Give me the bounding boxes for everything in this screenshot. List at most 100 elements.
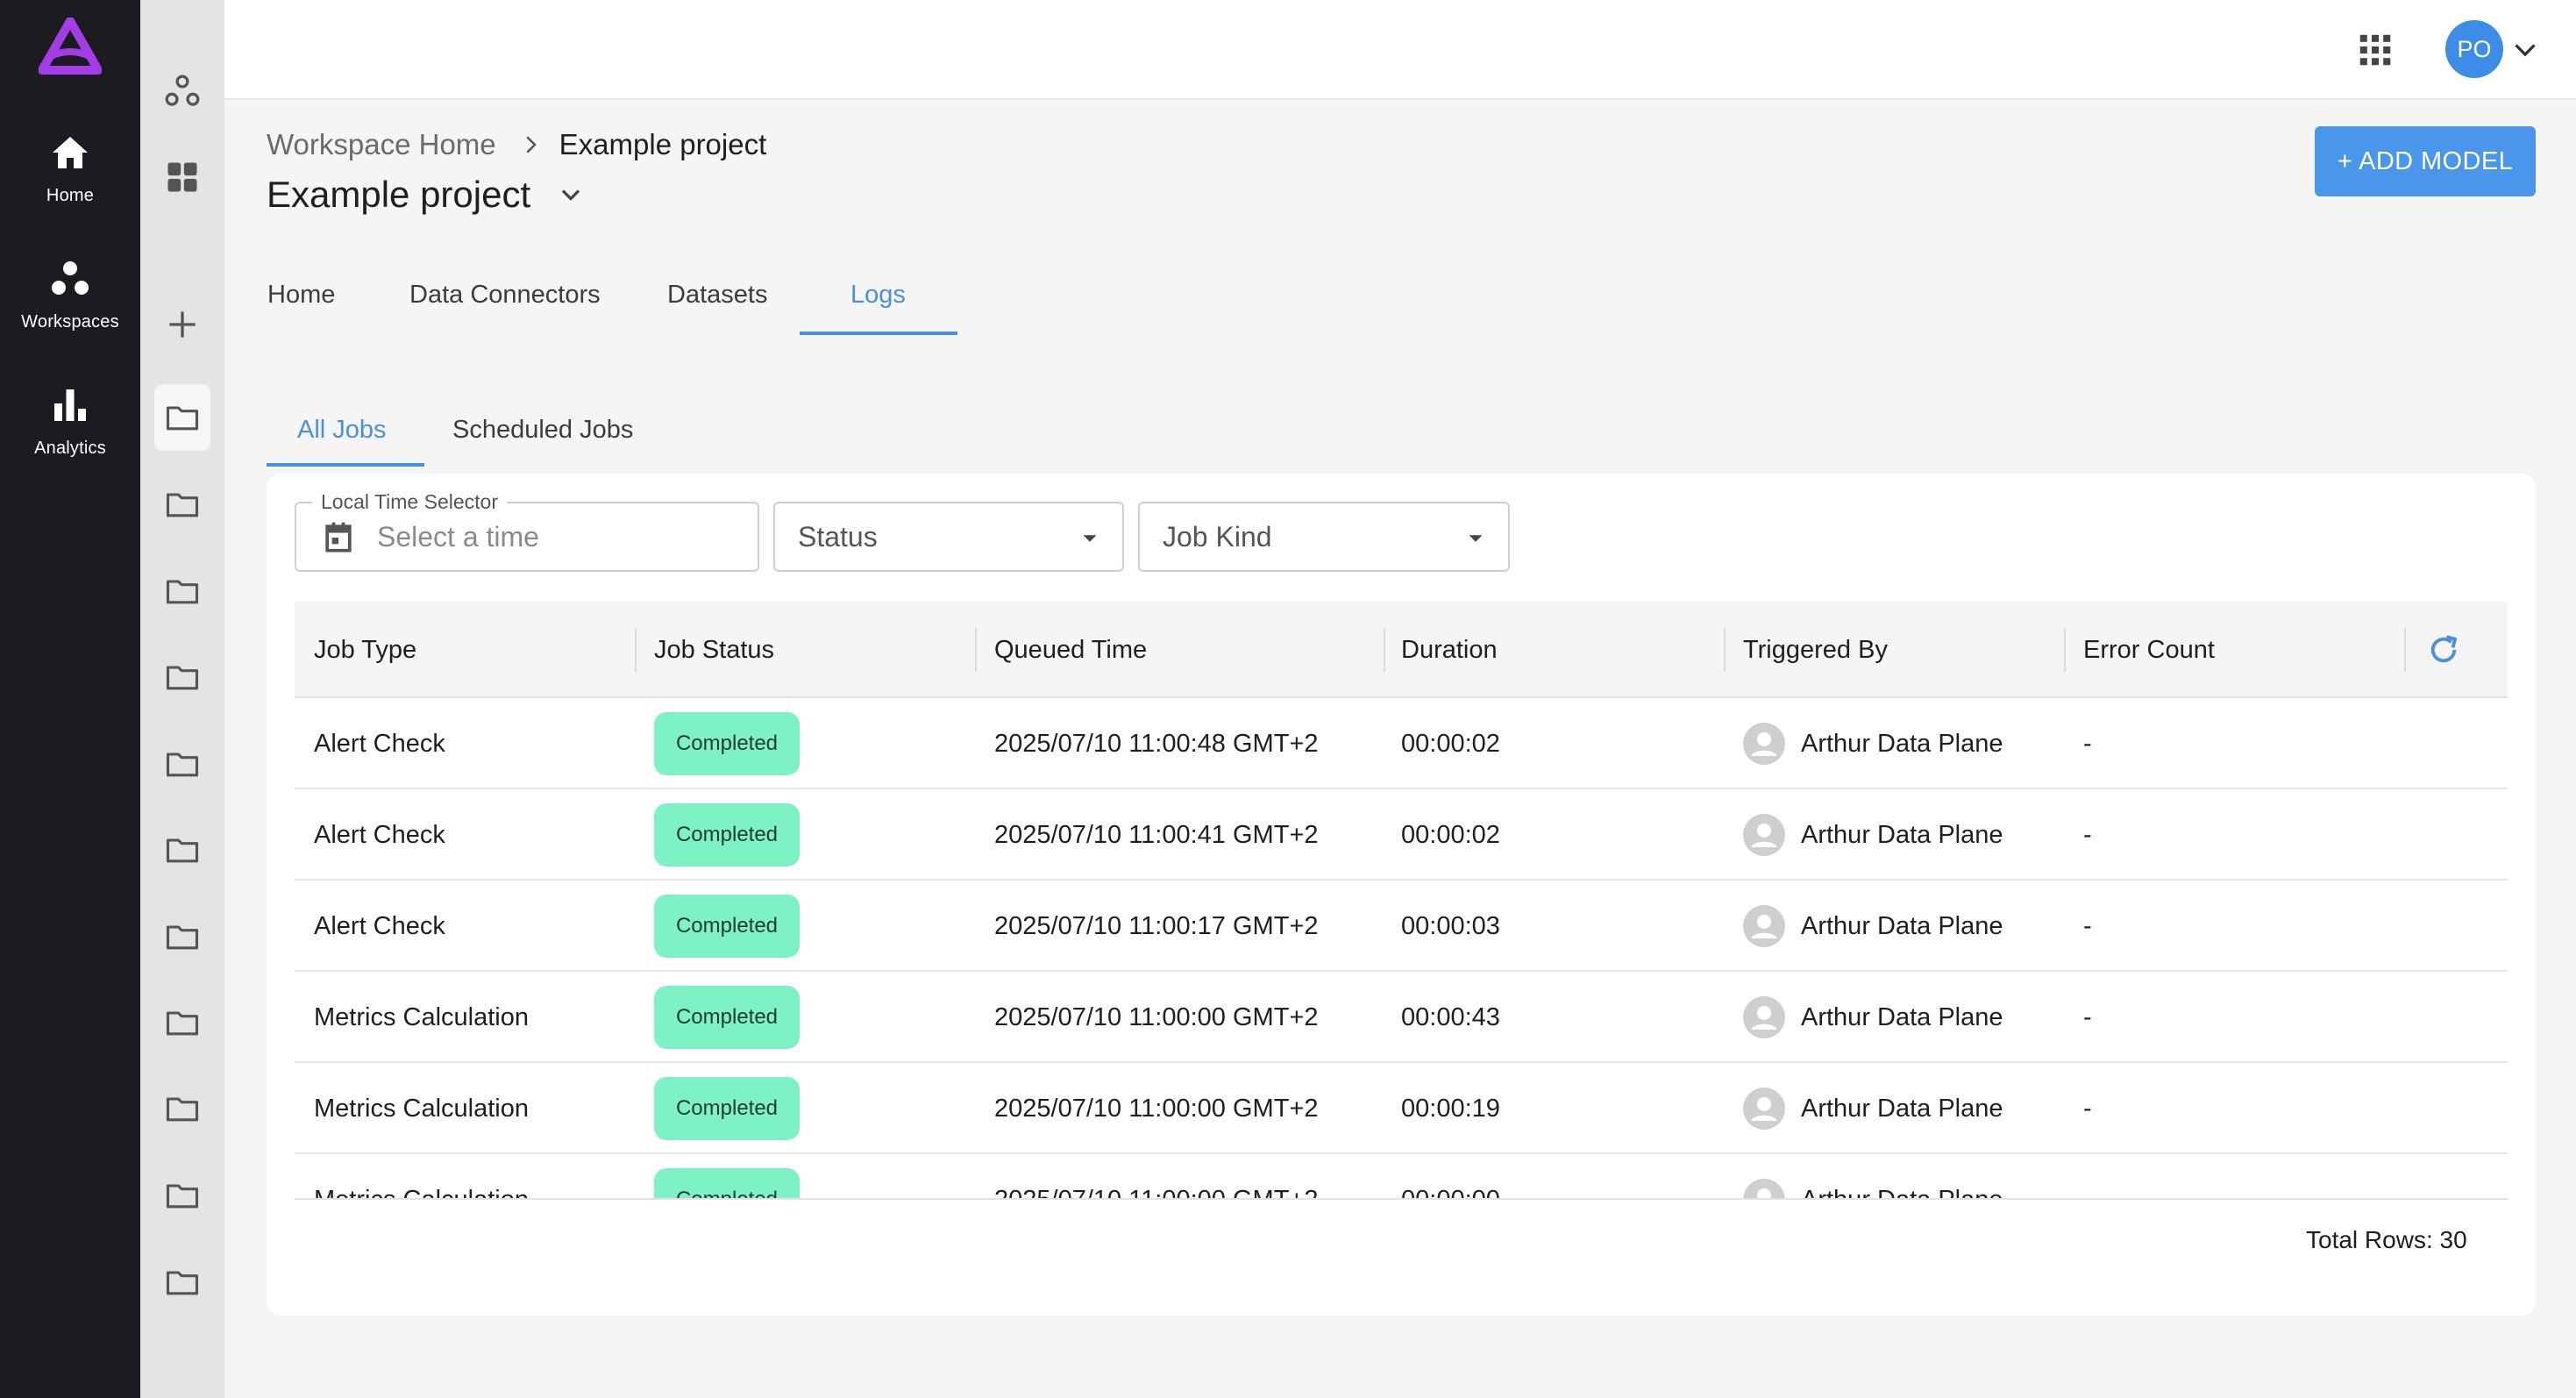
apps-grid-icon[interactable] bbox=[2355, 30, 2395, 70]
cell-duration: 00:00:00 bbox=[1401, 1185, 1500, 1200]
rail-folder-10[interactable] bbox=[154, 1162, 210, 1229]
workspaces-outline-icon bbox=[165, 75, 200, 106]
column-divider bbox=[975, 628, 977, 672]
cell-queued-time: 2025/07/10 11:00:48 GMT+2 bbox=[994, 729, 1319, 758]
column-divider bbox=[1724, 628, 1726, 672]
table-row[interactable]: Metrics Calculation Completed 2025/07/10… bbox=[295, 1063, 2508, 1154]
cell-queued-time: 2025/07/10 11:00:00 GMT+2 bbox=[994, 1094, 1319, 1123]
cell-error-count: - bbox=[2083, 1002, 2092, 1031]
refresh-icon[interactable] bbox=[2425, 631, 2462, 668]
cell-job-type: Alert Check bbox=[314, 911, 445, 940]
column-header-job-status[interactable]: Job Status bbox=[654, 602, 774, 698]
rail-folder-9[interactable] bbox=[154, 1075, 210, 1142]
column-header-triggered-by[interactable]: Triggered By bbox=[1743, 602, 1888, 698]
arthur-logo[interactable] bbox=[39, 18, 102, 75]
total-rows-count: Total Rows: 30 bbox=[2306, 1226, 2467, 1253]
rail-folder-1[interactable] bbox=[154, 384, 210, 451]
nav-item-home[interactable]: Home bbox=[0, 132, 140, 246]
table-row[interactable]: Metrics Calculation Completed 2025/07/10… bbox=[295, 972, 2508, 1063]
cell-queued-time: 2025/07/10 11:00:00 GMT+2 bbox=[994, 1185, 1319, 1200]
cell-duration: 00:00:43 bbox=[1401, 1002, 1500, 1031]
chevron-down-icon[interactable] bbox=[555, 179, 587, 210]
subtab-all-jobs[interactable]: All Jobs bbox=[297, 416, 387, 445]
add-model-button[interactable]: + ADD MODEL bbox=[2315, 126, 2536, 196]
project-selector[interactable]: Example project bbox=[267, 174, 587, 216]
rail-workspaces-button[interactable] bbox=[154, 58, 210, 125]
cell-error-count: - bbox=[2083, 729, 2092, 758]
column-header-error-count[interactable]: Error Count bbox=[2083, 602, 2215, 698]
dashboard-icon bbox=[167, 162, 197, 192]
chevron-right-icon bbox=[526, 136, 537, 153]
column-header-queued-time[interactable]: Queued Time bbox=[994, 602, 1147, 698]
time-selector-field[interactable]: Local Time Selector Select a time bbox=[295, 490, 759, 572]
folder-icon bbox=[166, 1097, 199, 1122]
table-body: Alert Check Completed 2025/07/10 11:00:4… bbox=[295, 698, 2508, 1200]
column-divider bbox=[1384, 628, 1385, 672]
column-header-duration[interactable]: Duration bbox=[1401, 602, 1498, 698]
rail-dashboard-button[interactable] bbox=[154, 144, 210, 210]
status-badge: Completed bbox=[654, 1077, 800, 1140]
chevron-down-icon[interactable] bbox=[2509, 33, 2541, 65]
user-avatar[interactable]: PO bbox=[2445, 20, 2503, 78]
cell-job-type: Alert Check bbox=[314, 820, 445, 849]
rail-add-button[interactable] bbox=[154, 291, 210, 358]
rail-folder-11[interactable] bbox=[154, 1249, 210, 1316]
cell-duration: 00:00:02 bbox=[1401, 729, 1500, 758]
workspace-rail bbox=[140, 0, 224, 1398]
nav-item-workspaces[interactable]: Workspaces bbox=[0, 258, 140, 372]
table-row[interactable]: Alert Check Completed 2025/07/10 11:00:1… bbox=[295, 881, 2508, 972]
job-kind-select-label: Job Kind bbox=[1163, 521, 1272, 553]
cell-triggered-by: Arthur Data Plane bbox=[1801, 1185, 2003, 1200]
rail-folder-8[interactable] bbox=[154, 989, 210, 1056]
cell-job-type: Metrics Calculation bbox=[314, 1185, 529, 1200]
cell-error-count: - bbox=[2083, 911, 2092, 940]
rail-folder-6[interactable] bbox=[154, 817, 210, 883]
user-avatar-icon bbox=[1743, 996, 1785, 1038]
cell-queued-time: 2025/07/10 11:00:00 GMT+2 bbox=[994, 1002, 1319, 1031]
folder-icon bbox=[166, 580, 199, 604]
folder-icon bbox=[166, 1011, 199, 1036]
time-selector-input[interactable]: Select a time bbox=[377, 521, 539, 553]
rail-folder-2[interactable] bbox=[154, 471, 210, 538]
tab-logs[interactable]: Logs bbox=[850, 281, 906, 310]
cell-triggered-by: Arthur Data Plane bbox=[1801, 820, 2003, 849]
status-badge: Completed bbox=[654, 895, 800, 958]
column-divider bbox=[2404, 628, 2406, 672]
top-bar: PO bbox=[224, 0, 2576, 100]
plus-icon bbox=[169, 311, 196, 338]
job-kind-select[interactable]: Job Kind bbox=[1138, 502, 1510, 572]
rail-folder-5[interactable] bbox=[154, 731, 210, 797]
rail-folder-3[interactable] bbox=[154, 558, 210, 624]
status-badge: Completed bbox=[654, 803, 800, 867]
tab-datasets[interactable]: Datasets bbox=[667, 281, 767, 310]
subtab-scheduled-jobs[interactable]: Scheduled Jobs bbox=[452, 416, 633, 445]
table-row[interactable]: Alert Check Completed 2025/07/10 11:00:4… bbox=[295, 698, 2508, 789]
dropdown-arrow-icon bbox=[1469, 535, 1483, 542]
nav-item-analytics[interactable]: Analytics bbox=[0, 384, 140, 498]
rail-folder-7[interactable] bbox=[154, 903, 210, 970]
workspaces-icon bbox=[52, 261, 89, 295]
cell-job-type: Alert Check bbox=[314, 729, 445, 758]
user-avatar-icon bbox=[1743, 814, 1785, 856]
tab-data-connectors[interactable]: Data Connectors bbox=[409, 281, 601, 310]
column-header-job-type[interactable]: Job Type bbox=[314, 602, 416, 698]
breadcrumb-home-link[interactable]: Workspace Home bbox=[267, 128, 496, 161]
cell-job-type: Metrics Calculation bbox=[314, 1094, 529, 1123]
table-row[interactable]: Metrics Calculation Completed 2025/07/10… bbox=[295, 1154, 2508, 1200]
table-row[interactable]: Alert Check Completed 2025/07/10 11:00:4… bbox=[295, 789, 2508, 881]
nav-item-label: Home bbox=[46, 186, 95, 205]
cell-triggered-by: Arthur Data Plane bbox=[1801, 1002, 2003, 1031]
folder-icon bbox=[166, 406, 199, 431]
user-avatar-icon bbox=[1743, 723, 1785, 765]
cell-duration: 00:00:19 bbox=[1401, 1094, 1500, 1123]
rail-folder-4[interactable] bbox=[154, 644, 210, 710]
tab-home[interactable]: Home bbox=[267, 281, 335, 310]
status-select-label: Status bbox=[798, 521, 878, 553]
column-divider bbox=[635, 628, 637, 672]
folder-icon bbox=[166, 752, 199, 777]
cell-triggered-by: Arthur Data Plane bbox=[1801, 911, 2003, 940]
status-select[interactable]: Status bbox=[773, 502, 1124, 572]
cell-queued-time: 2025/07/10 11:00:41 GMT+2 bbox=[994, 820, 1319, 849]
time-selector-legend: Local Time Selector bbox=[312, 490, 507, 514]
folder-icon bbox=[166, 925, 199, 950]
